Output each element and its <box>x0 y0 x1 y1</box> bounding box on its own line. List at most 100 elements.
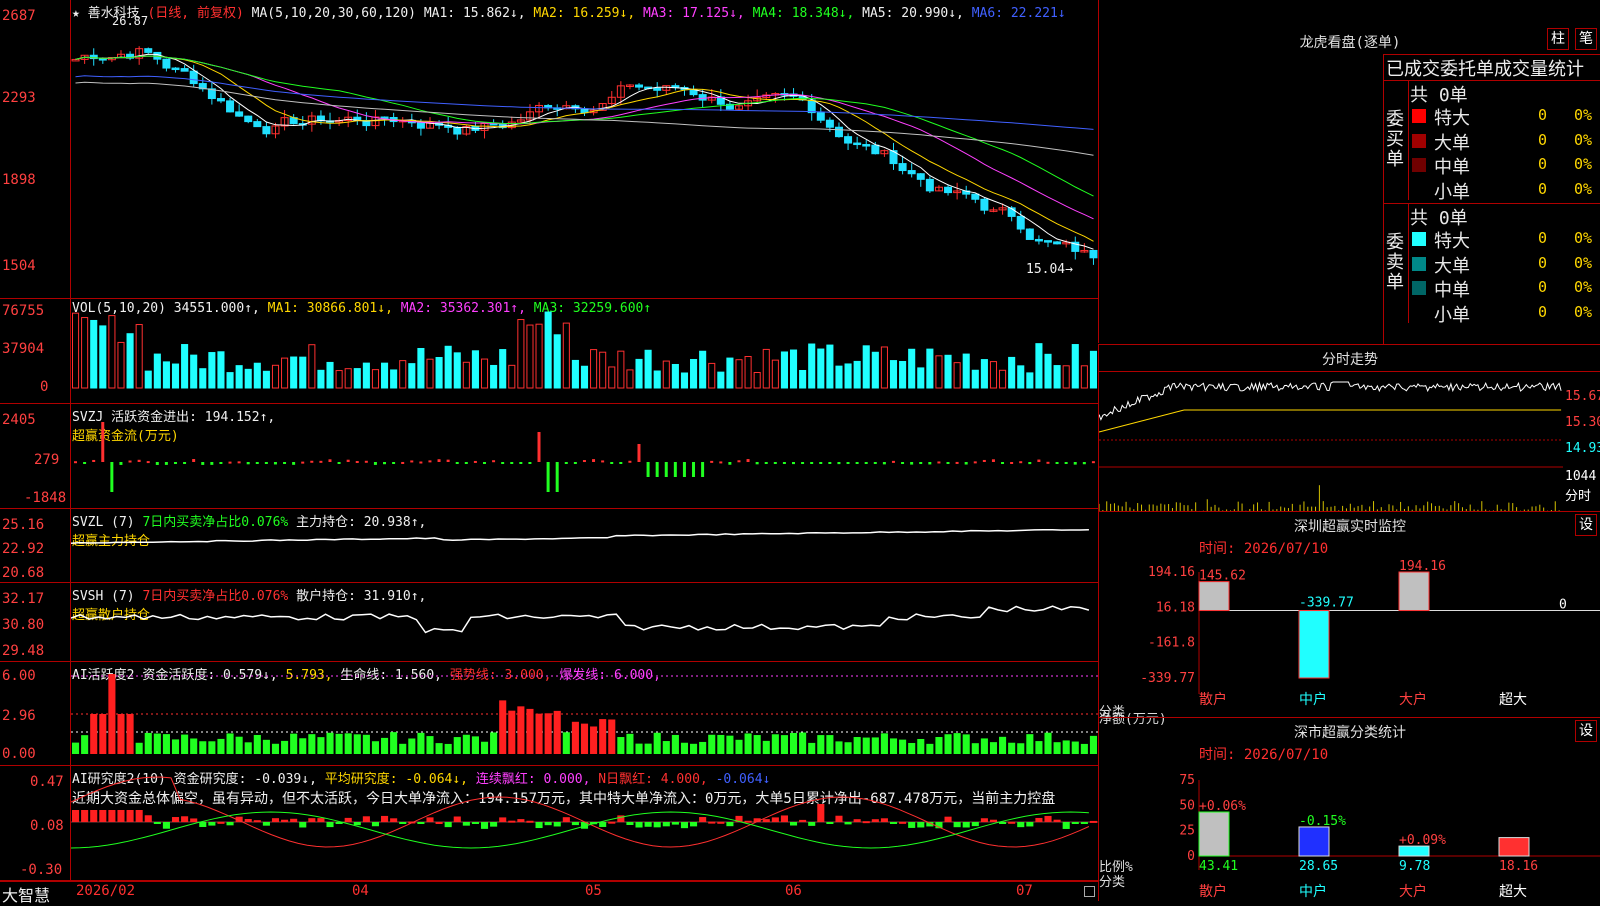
volume-bar <box>953 362 961 389</box>
flow-bar <box>673 462 677 477</box>
activity-bar <box>780 735 788 754</box>
candle-body <box>253 121 262 128</box>
volume-bar <box>599 351 607 389</box>
research-bar <box>944 816 952 822</box>
x-label: 04 <box>352 883 369 899</box>
ai1-panel[interactable]: 6.00 2.96 0.00 AI活跃度2 资金活跃度: 0.579↓, 5.7… <box>0 662 1098 766</box>
flow-bar <box>419 461 423 464</box>
volume-bar <box>762 348 770 389</box>
volume-panel[interactable]: 76755 37904 0 VOL(5,10,20) 34551.000↑, M… <box>0 299 1098 404</box>
tick-mode-button[interactable]: 笔 <box>1575 28 1597 50</box>
volume-bar <box>999 369 1007 389</box>
flow-bar <box>183 462 187 464</box>
flow-bar <box>501 462 505 464</box>
flow-bar <box>682 462 686 477</box>
candle-body <box>1016 215 1025 230</box>
fund-flow-chart[interactable] <box>71 404 1098 508</box>
research-bar <box>608 821 616 824</box>
volume-bar <box>281 357 289 389</box>
flow-bar <box>1010 461 1014 464</box>
ai-activity-chart[interactable] <box>71 662 1098 765</box>
candle-body <box>180 68 189 72</box>
svzl-panel[interactable]: 25.16 22.92 20.68 SVZL (7) 7日内买卖净占比0.076… <box>0 509 1098 583</box>
monitor-settings-button[interactable]: 设 <box>1575 514 1597 536</box>
sell-row-percent: 0% <box>1574 253 1593 272</box>
svsh-panel[interactable]: 32.17 30.80 29.48 SVSH (7) 7日内买卖净占比0.076… <box>0 583 1098 662</box>
volume-bar <box>1026 372 1034 389</box>
intraday-panel[interactable]: 分时走势 15.67 15.30 14.93 1044 分时 <box>1098 344 1600 511</box>
flow-bar <box>955 461 959 464</box>
activity-bar <box>680 742 689 754</box>
activity-bar <box>99 714 107 754</box>
volume-bar <box>435 357 443 389</box>
activity-bar <box>317 737 325 754</box>
lock-icon[interactable] <box>1084 886 1095 897</box>
ai1-ytick: 2.96 <box>2 708 36 724</box>
buy-row-count: 0 <box>1538 155 1548 173</box>
flow-bar <box>155 462 159 465</box>
activity-bar <box>799 732 807 754</box>
volume-bar <box>108 315 116 389</box>
volume-bar <box>235 365 243 389</box>
flow-bar <box>519 462 523 464</box>
research-bar <box>953 822 961 828</box>
bar-mode-button[interactable]: 柱 <box>1547 28 1569 50</box>
volume-bar <box>826 344 834 389</box>
activity-bar <box>671 734 679 754</box>
svsh-ytick: 32.17 <box>2 591 45 607</box>
activity-bar <box>690 743 698 754</box>
intraday-ytick: 15.67 <box>1565 389 1600 404</box>
activity-bar <box>989 742 998 754</box>
app-logo[interactable]: 大智慧 <box>2 882 50 906</box>
flow-bar <box>482 462 486 464</box>
buy-row-label: 中单 <box>1434 157 1470 178</box>
activity-bar <box>262 739 270 754</box>
classify-ytick: 25 <box>1179 824 1195 839</box>
flow-bar <box>564 462 568 464</box>
candle-body <box>898 163 907 172</box>
intraday-chart[interactable] <box>1099 372 1563 511</box>
candle-body <box>925 178 934 192</box>
volume-bar <box>480 358 489 389</box>
retail-holding-chart[interactable] <box>71 583 1098 661</box>
flow-bar <box>1019 461 1023 464</box>
flow-bar <box>392 462 396 464</box>
activity-bar <box>408 738 416 754</box>
volume-bar <box>1008 356 1016 389</box>
volume-bar <box>471 350 479 389</box>
activity-bar <box>1080 743 1088 754</box>
ai2-panel[interactable]: 0.47 0.08 -0.30 AI研究度2(10) 资金研究度: -0.039… <box>0 766 1098 881</box>
candle-body <box>235 111 244 117</box>
classify-value-label: 18.16 <box>1499 859 1538 874</box>
activity-bar <box>1044 732 1052 754</box>
buy-row-count: 0 <box>1538 130 1548 149</box>
research-bar <box>381 815 389 822</box>
volume-bar <box>844 363 852 389</box>
activity-bar <box>862 737 870 754</box>
flow-bar <box>910 462 914 465</box>
activity-bar <box>635 743 643 754</box>
activity-bar <box>626 733 634 754</box>
ai-research-chart[interactable] <box>71 766 1098 880</box>
volume-bar <box>153 353 161 389</box>
activity-bar <box>226 733 234 754</box>
activity-bar <box>953 733 961 754</box>
candle-body <box>653 87 662 91</box>
price-ytick: 2687 <box>2 8 36 24</box>
research-bar <box>708 821 716 824</box>
classify-settings-button[interactable]: 设 <box>1575 720 1597 742</box>
candlestick-chart[interactable] <box>71 0 1098 298</box>
sell-row-label: 大单 <box>1434 255 1470 277</box>
research-bar <box>799 819 807 822</box>
svzj-panel[interactable]: 2405 279 -1848 SVZJ 活跃资金进出: 194.152↑, 超赢… <box>0 404 1098 509</box>
price-panel[interactable]: 2687 2293 1898 1504 ★ 善水科技 (日线, 前复权) MA(… <box>0 0 1098 299</box>
activity-bar <box>853 737 861 754</box>
volume-bar <box>880 346 888 389</box>
flow-bar <box>373 462 377 465</box>
volume-bar <box>744 356 752 389</box>
activity-bar <box>653 732 661 754</box>
flow-bar <box>228 461 232 464</box>
main-holding-chart[interactable] <box>71 509 1098 582</box>
volume-bar <box>171 363 180 389</box>
volume-chart[interactable] <box>71 299 1098 403</box>
